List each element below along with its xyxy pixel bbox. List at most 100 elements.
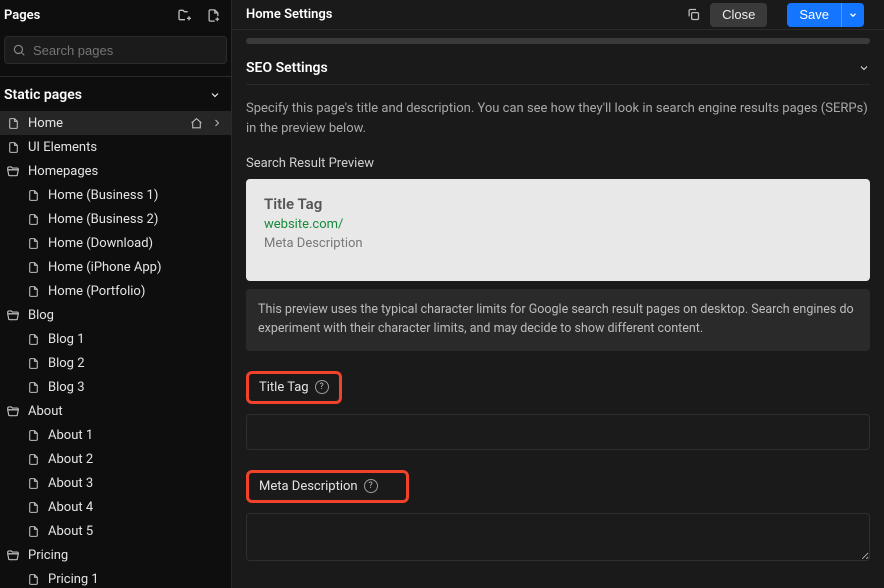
folder-label: Pricing bbox=[28, 548, 223, 563]
page-label: Pricing 1 bbox=[48, 572, 223, 587]
search-wrap bbox=[0, 30, 231, 70]
meta-description-input[interactable] bbox=[246, 513, 870, 561]
new-folder-icon[interactable] bbox=[177, 7, 193, 23]
chevron-right-icon[interactable] bbox=[211, 117, 223, 130]
copy-icon[interactable] bbox=[684, 6, 702, 24]
settings-content[interactable]: SEO Settings Specify this page's title a… bbox=[232, 30, 884, 588]
title-tag-label-row: Title Tag ? bbox=[246, 371, 870, 404]
home-icon bbox=[190, 117, 203, 130]
folder-label: Homepages bbox=[28, 164, 223, 179]
page-label: Home (Business 2) bbox=[48, 212, 223, 227]
page-label: Home (Portfolio) bbox=[48, 284, 223, 299]
page-row[interactable]: About 1 bbox=[0, 423, 231, 447]
title-tag-input[interactable] bbox=[246, 414, 870, 450]
chevron-down-icon bbox=[858, 62, 870, 74]
seo-section-header[interactable]: SEO Settings bbox=[246, 52, 870, 85]
page-label: Home bbox=[28, 116, 182, 131]
search-icon bbox=[12, 43, 26, 57]
page-row[interactable]: About 5 bbox=[0, 519, 231, 543]
settings-header: Home Settings Close Save bbox=[232, 0, 884, 30]
static-pages-heading[interactable]: Static pages bbox=[0, 77, 231, 111]
meta-desc-label-row: Meta Description ? bbox=[246, 470, 870, 503]
folder-open-icon bbox=[6, 164, 20, 178]
title-tag-highlight: Title Tag ? bbox=[246, 371, 342, 404]
page-label: About 1 bbox=[48, 428, 223, 443]
page-icon bbox=[6, 117, 20, 130]
page-icon bbox=[26, 573, 40, 586]
serp-preview-label: Search Result Preview bbox=[246, 156, 870, 171]
chevron-down-icon bbox=[209, 89, 221, 101]
page-icon bbox=[26, 189, 40, 202]
serp-url: website.com/ bbox=[264, 217, 852, 232]
save-button-group: Save bbox=[775, 3, 876, 27]
title-tag-label: Title Tag bbox=[259, 380, 309, 395]
page-row[interactable]: About 4 bbox=[0, 495, 231, 519]
page-row[interactable]: About 3 bbox=[0, 471, 231, 495]
page-icon bbox=[26, 501, 40, 514]
help-icon[interactable]: ? bbox=[364, 479, 378, 493]
folder-row-about[interactable]: About bbox=[0, 399, 231, 423]
page-label: UI Elements bbox=[28, 140, 223, 155]
seo-section-title: SEO Settings bbox=[246, 60, 328, 76]
folder-row-homepages[interactable]: Homepages bbox=[0, 159, 231, 183]
save-button[interactable]: Save bbox=[787, 3, 841, 27]
scroll-indicator bbox=[246, 38, 870, 44]
folder-label: About bbox=[28, 404, 223, 419]
serp-meta: Meta Description bbox=[264, 236, 852, 251]
folder-label: Blog bbox=[28, 308, 223, 323]
page-label: Blog 2 bbox=[48, 356, 223, 371]
page-icon bbox=[26, 477, 40, 490]
seo-section-body: Specify this page's title and descriptio… bbox=[246, 85, 870, 588]
page-icon bbox=[6, 141, 20, 154]
serp-title: Title Tag bbox=[264, 195, 852, 213]
page-row[interactable]: Pricing 1 bbox=[0, 567, 231, 588]
pages-tree: Home UI Elements Homepages bbox=[0, 111, 231, 588]
page-label: Home (iPhone App) bbox=[48, 260, 223, 275]
serp-note: This preview uses the typical character … bbox=[246, 289, 870, 351]
page-row-home[interactable]: Home bbox=[0, 111, 231, 135]
page-row[interactable]: Home (iPhone App) bbox=[0, 255, 231, 279]
seo-description: Specify this page's title and descriptio… bbox=[246, 99, 870, 138]
page-icon bbox=[26, 381, 40, 394]
page-label: About 5 bbox=[48, 524, 223, 539]
page-icon bbox=[26, 429, 40, 442]
page-row[interactable]: Home (Business 2) bbox=[0, 207, 231, 231]
sidebar-title: Pages bbox=[4, 8, 40, 23]
help-icon[interactable]: ? bbox=[315, 380, 329, 394]
page-label: About 2 bbox=[48, 452, 223, 467]
page-row[interactable]: Blog 2 bbox=[0, 351, 231, 375]
folder-row-blog[interactable]: Blog bbox=[0, 303, 231, 327]
page-icon bbox=[26, 453, 40, 466]
meta-desc-highlight: Meta Description ? bbox=[246, 470, 409, 503]
page-icon bbox=[26, 285, 40, 298]
page-row[interactable]: Home (Portfolio) bbox=[0, 279, 231, 303]
page-label: Home (Business 1) bbox=[48, 188, 223, 203]
static-pages-label: Static pages bbox=[4, 87, 82, 103]
close-button[interactable]: Close bbox=[710, 3, 767, 27]
page-icon bbox=[26, 357, 40, 370]
search-input[interactable] bbox=[4, 36, 227, 64]
save-caret-button[interactable] bbox=[841, 3, 864, 27]
page-label: Blog 3 bbox=[48, 380, 223, 395]
sidebar-header: Pages bbox=[0, 0, 231, 30]
serp-preview: Title Tag website.com/ Meta Description bbox=[246, 179, 870, 281]
page-row-ui-elements[interactable]: UI Elements bbox=[0, 135, 231, 159]
page-row[interactable]: Home (Download) bbox=[0, 231, 231, 255]
page-icon bbox=[26, 333, 40, 346]
new-page-icon[interactable] bbox=[205, 7, 221, 23]
sidebar-header-actions bbox=[177, 7, 221, 23]
folder-open-icon bbox=[6, 404, 20, 418]
page-row[interactable]: Blog 3 bbox=[0, 375, 231, 399]
folder-open-icon bbox=[6, 548, 20, 562]
page-row[interactable]: Home (Business 1) bbox=[0, 183, 231, 207]
folder-row-pricing[interactable]: Pricing bbox=[0, 543, 231, 567]
page-row[interactable]: About 2 bbox=[0, 447, 231, 471]
page-icon bbox=[26, 213, 40, 226]
header-actions: Close Save bbox=[684, 3, 876, 27]
settings-panel: Home Settings Close Save SEO Settings Sp… bbox=[232, 0, 884, 588]
folder-open-icon bbox=[6, 308, 20, 322]
page-row[interactable]: Blog 1 bbox=[0, 327, 231, 351]
meta-description-label: Meta Description bbox=[259, 479, 358, 494]
page-label: Home (Download) bbox=[48, 236, 223, 251]
page-label: About 4 bbox=[48, 500, 223, 515]
